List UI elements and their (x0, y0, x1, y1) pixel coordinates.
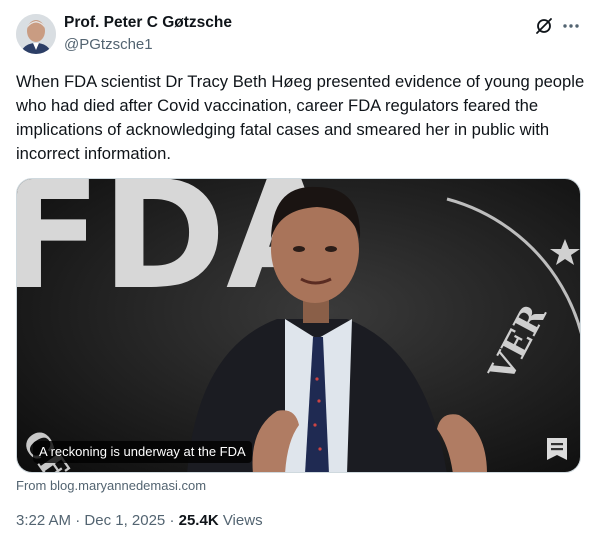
tweet-text: When FDA scientist Dr Tracy Beth Høeg pr… (16, 72, 585, 163)
card-photo: FDA VER CE (17, 179, 580, 472)
author-handle[interactable]: @PGtzsche1 (64, 36, 153, 53)
more-icon[interactable] (561, 16, 581, 36)
tweet-time[interactable]: 3:22 AM (16, 512, 71, 529)
views-label: Views (222, 512, 263, 529)
link-card-image[interactable]: FDA VER CE A reckoning is underway at th… (16, 178, 581, 473)
avatar[interactable] (16, 14, 56, 54)
grok-icon[interactable] (534, 16, 554, 36)
article-icon (544, 436, 570, 462)
meta-separator: · (169, 512, 175, 529)
tweet[interactable]: Prof. Peter C Gøtzsche @PGtzsche1 When F… (0, 0, 599, 536)
meta-separator: · (75, 512, 81, 529)
tweet-date[interactable]: Dec 1, 2025 (84, 512, 165, 529)
tweet-meta: 3:22 AM · Dec 1, 2025 · 25.4K Views (16, 512, 263, 529)
views-count[interactable]: 25.4K (179, 512, 219, 529)
author-name[interactable]: Prof. Peter C Gøtzsche (64, 14, 232, 32)
link-card-source[interactable]: From blog.maryannedemasi.com (16, 478, 206, 493)
link-card-caption: A reckoning is underway at the FDA (33, 441, 252, 463)
